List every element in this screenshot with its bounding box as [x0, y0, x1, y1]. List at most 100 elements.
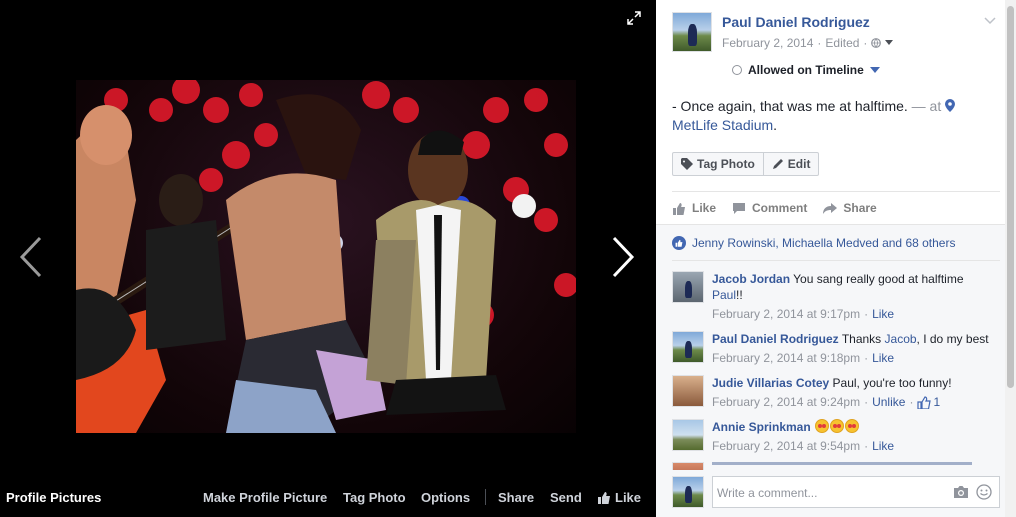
make-profile-picture-link[interactable]: Make Profile Picture	[203, 490, 327, 505]
caption-end: .	[773, 117, 778, 133]
my-avatar	[672, 476, 704, 508]
commenter-avatar	[672, 462, 704, 470]
timeline-label: Allowed on Timeline	[748, 63, 864, 77]
post-actions: Like Comment Share	[672, 200, 877, 216]
comment-action[interactable]: Comment	[732, 200, 807, 216]
camera-icon[interactable]	[953, 485, 969, 499]
comment-like-link[interactable]: Like	[872, 351, 894, 365]
timeline-visibility-selector[interactable]: Allowed on Timeline	[732, 63, 880, 77]
meta-separator: ·	[864, 439, 869, 453]
share-label: Share	[843, 201, 877, 215]
previous-photo-arrow-icon[interactable]	[12, 232, 52, 282]
comment-label: Comment	[752, 201, 808, 215]
thumbs-up-icon	[917, 395, 932, 409]
comment-timestamp[interactable]: February 2, 2014 at 9:17pm	[712, 307, 860, 321]
edited-label[interactable]: Edited	[825, 36, 859, 50]
like-badge-icon	[672, 236, 686, 250]
comment-meta: February 2, 2014 at 9:54pm · Like	[712, 439, 894, 453]
edit-button[interactable]: Edit	[762, 153, 819, 175]
comment-meta: February 2, 2014 at 9:18pm · Like	[712, 351, 894, 365]
share-link[interactable]: Share	[498, 490, 534, 505]
options-link[interactable]: Options	[421, 490, 470, 505]
comment-body: Paul Daniel Rodriguez Thanks Jacob, I do…	[712, 331, 996, 347]
scrollbar-thumb[interactable]	[1007, 6, 1014, 388]
commenter-name-link[interactable]: Judie Villarias Cotey	[712, 376, 829, 390]
comment-timestamp[interactable]: February 2, 2014 at 9:18pm	[712, 351, 860, 365]
commenter-avatar[interactable]	[672, 419, 704, 451]
location-pin-icon	[945, 99, 956, 112]
tag-photo-link[interactable]: Tag Photo	[343, 490, 406, 505]
send-link[interactable]: Send	[550, 490, 582, 505]
post-date[interactable]: February 2, 2014	[722, 36, 813, 50]
tagged-name-link[interactable]: Paul	[712, 288, 736, 302]
tag-icon	[681, 158, 693, 170]
meta-separator: ·	[863, 36, 868, 50]
commenter-avatar[interactable]	[672, 271, 704, 303]
next-photo-arrow-icon[interactable]	[604, 232, 644, 282]
comment-unlike-link[interactable]: Unlike	[872, 395, 905, 409]
photo	[76, 80, 576, 433]
comment-text: Paul, you're too funny!	[832, 376, 952, 390]
like-link[interactable]: Like	[597, 490, 641, 505]
tagged-name-link[interactable]: Jacob	[885, 332, 917, 346]
commenter-avatar[interactable]	[672, 375, 704, 407]
divider	[672, 191, 1000, 192]
commenter-name-link[interactable]: Jacob Jordan	[712, 272, 790, 286]
comment-like-count[interactable]: 1	[917, 395, 940, 409]
pencil-icon	[772, 159, 783, 169]
caret-down-icon	[869, 67, 880, 73]
likes-summary[interactable]: Jenny Rowinski, Michaella Medved and 68 …	[672, 236, 955, 250]
likes-summary-text: Jenny Rowinski, Michaella Medved and 68 …	[692, 236, 956, 250]
comment-bubble-icon	[733, 202, 746, 214]
photo-edit-buttons: Tag Photo Edit	[672, 152, 820, 176]
globe-icon[interactable]	[871, 38, 882, 48]
comment-meta: February 2, 2014 at 9:17pm · Like	[712, 307, 894, 321]
tag-photo-label: Tag Photo	[697, 157, 755, 171]
meta-separator: ·	[864, 395, 869, 409]
photo-viewer: Profile Pictures Make Profile Picture Ta…	[0, 0, 656, 517]
owner-name-link[interactable]: Paul Daniel Rodriguez	[722, 14, 870, 30]
comment-like-link[interactable]: Like	[872, 307, 894, 321]
tag-photo-button[interactable]: Tag Photo	[673, 153, 763, 175]
photo-caption: - Once again, that was me at halftime. —…	[672, 97, 982, 135]
clipped-text	[712, 462, 972, 465]
caret-down-icon[interactable]	[885, 40, 894, 46]
caption-text: - Once again, that was me at halftime.	[672, 98, 908, 114]
thumbs-up-icon	[598, 491, 610, 504]
commenter-name-link[interactable]: Annie Sprinkman	[712, 420, 811, 434]
thumbs-up-icon	[673, 202, 685, 215]
divider	[672, 260, 1000, 261]
like-count: 1	[933, 395, 941, 409]
fullscreen-icon[interactable]	[626, 10, 642, 26]
like-action[interactable]: Like	[672, 200, 716, 216]
heart-eyes-emoji-icon	[830, 419, 845, 433]
like-label: Like	[615, 489, 642, 505]
commenter-avatar[interactable]	[672, 331, 704, 363]
commenter-name-link[interactable]: Paul Daniel Rodriguez	[712, 332, 839, 346]
comment-meta: February 2, 2014 at 9:24pm · Unlike · 1	[712, 395, 940, 409]
photo-scene	[76, 80, 576, 433]
divider	[485, 489, 486, 505]
chevron-down-icon[interactable]	[983, 14, 997, 28]
comment-input-placeholder: Write a comment...	[717, 486, 818, 500]
share-action[interactable]: Share	[823, 200, 877, 216]
comment-text-end: !!	[736, 288, 743, 302]
owner-avatar[interactable]	[672, 12, 712, 52]
next-comment-partial	[656, 462, 1005, 470]
share-arrow-icon	[823, 202, 838, 214]
photo-action-bar: Profile Pictures Make Profile Picture Ta…	[0, 484, 656, 510]
heart-eyes-emoji-icon	[815, 419, 830, 433]
meta-separator: ·	[909, 395, 914, 409]
comment-body: Judie Villarias Cotey Paul, you're too f…	[712, 375, 996, 391]
meta-separator: ·	[864, 351, 869, 365]
location-link[interactable]: MetLife Stadium	[672, 117, 773, 133]
album-name-link[interactable]: Profile Pictures	[6, 490, 101, 505]
post-meta: February 2, 2014 · Edited ·	[722, 36, 894, 50]
emoji-smiley-icon[interactable]	[976, 484, 992, 500]
comment-like-link[interactable]: Like	[872, 439, 894, 453]
comment-timestamp[interactable]: February 2, 2014 at 9:24pm	[712, 395, 860, 409]
comment-body: Annie Sprinkman	[712, 419, 996, 435]
comment-text: Thanks	[841, 332, 882, 346]
like-label: Like	[692, 201, 717, 215]
comment-timestamp[interactable]: February 2, 2014 at 9:54pm	[712, 439, 860, 453]
